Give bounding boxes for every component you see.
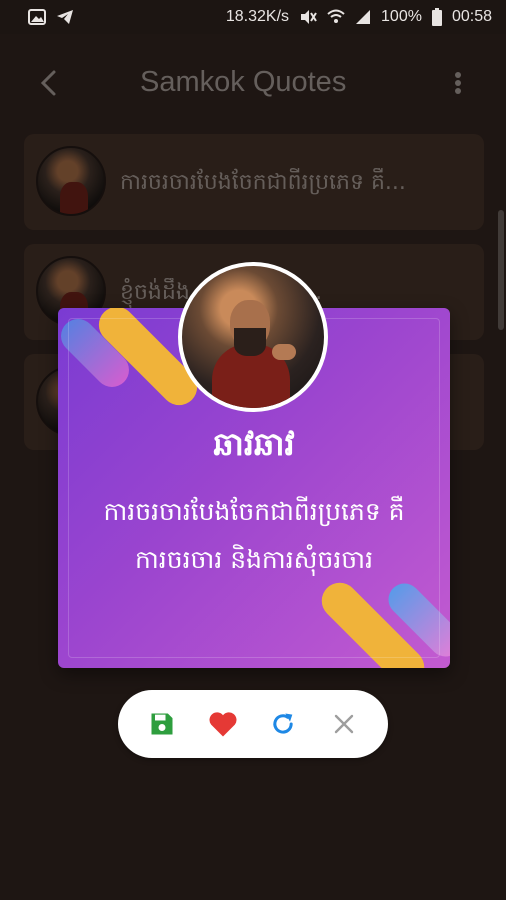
close-icon — [334, 714, 353, 734]
mute-icon — [299, 9, 317, 25]
signal-icon — [355, 9, 371, 25]
quote-text: ការចរចារបែងចែកជាពីរប្រភេទ គឺការចរចារ និង… — [103, 497, 405, 574]
status-bar: 18.32K/s 100% 00:58 — [0, 0, 506, 34]
heart-icon — [209, 712, 237, 737]
telegram-icon — [56, 9, 74, 25]
quote-author: ឆាវឆាវ — [213, 425, 295, 463]
like-button[interactable] — [203, 704, 243, 744]
battery-level: 100% — [381, 8, 422, 25]
refresh-button[interactable] — [263, 704, 303, 744]
status-right: 18.32K/s 100% 00:58 — [226, 8, 492, 26]
wifi-icon — [327, 9, 345, 25]
clock: 00:58 — [451, 8, 492, 25]
author-avatar — [178, 262, 328, 412]
save-icon — [151, 713, 173, 735]
gallery-icon — [28, 9, 46, 25]
action-bar — [118, 690, 388, 758]
battery-icon — [431, 8, 442, 26]
network-speed: 18.32K/s — [225, 8, 290, 25]
refresh-icon — [273, 713, 293, 734]
status-left — [28, 9, 74, 25]
close-button[interactable] — [324, 704, 364, 744]
save-button[interactable] — [142, 704, 182, 744]
